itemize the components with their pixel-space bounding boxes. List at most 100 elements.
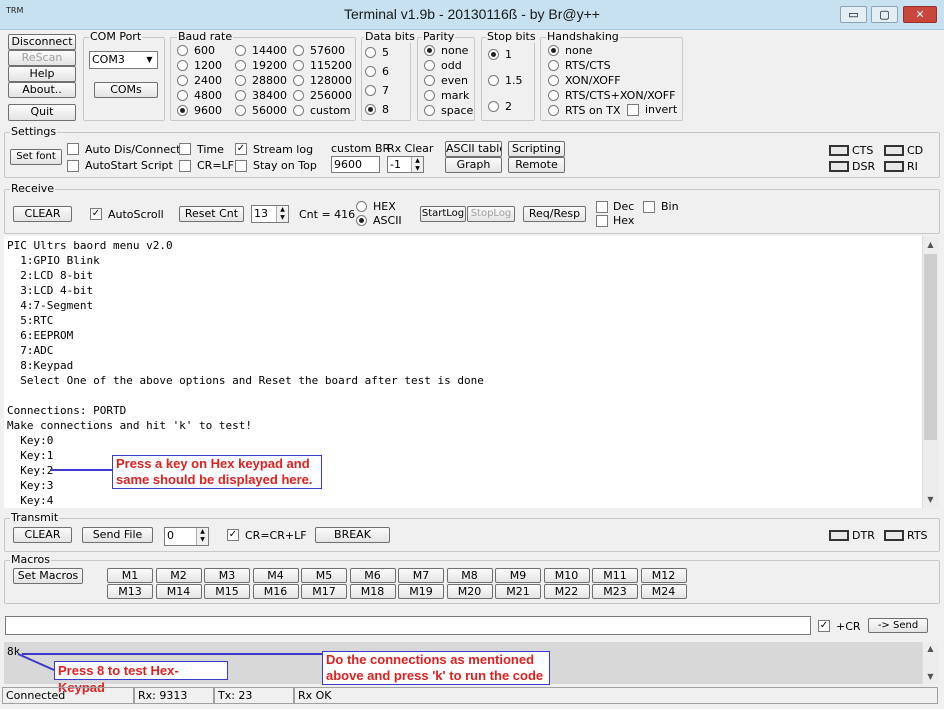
rescan-button[interactable]: ReScan [8,50,76,66]
macro-button-m6[interactable]: M6 [349,568,396,583]
handshaking-radio[interactable] [548,105,559,116]
baud-rate-radio[interactable] [235,45,246,56]
hex-radio[interactable] [356,201,367,212]
macro-button-m7[interactable]: M7 [398,568,444,583]
rts-indicator[interactable] [884,530,904,541]
baud-rate-radio[interactable] [235,75,246,86]
data-bits-radio[interactable] [365,104,376,115]
macro-button-m3[interactable]: M3 [204,568,250,583]
baud-rate-radio[interactable] [177,105,188,116]
data-bits-radio[interactable] [365,85,376,96]
baud-rate-radio[interactable] [293,90,304,101]
bin-checkbox[interactable] [643,201,655,213]
ascii-table-button[interactable]: ASCII table [445,141,502,157]
autostart-script-checkbox[interactable] [67,160,79,172]
macro-button-m19[interactable]: M19 [398,584,444,599]
macro-button-m16[interactable]: M16 [252,584,299,599]
macro-button-m23[interactable]: M23 [592,584,638,599]
time-checkbox[interactable] [179,143,191,155]
disconnect-button[interactable]: Disconnect [8,34,76,50]
macro-button-m18[interactable]: M18 [349,584,396,599]
baud-rate-radio[interactable] [293,105,304,116]
macro-button-m22[interactable]: M22 [543,584,590,599]
scroll-up-icon[interactable]: ▲ [922,236,939,253]
cr-crlf-checkbox[interactable]: ✓ [227,529,239,541]
baud-rate-radio[interactable] [293,45,304,56]
stop-bits-radio[interactable] [488,101,499,112]
macro-button-m4[interactable]: M4 [252,568,299,583]
baud-rate-radio[interactable] [293,60,304,71]
cr-lf-checkbox[interactable] [179,160,191,172]
help-button[interactable]: Help [8,66,76,82]
stop-bits-radio[interactable] [488,75,499,86]
send-button[interactable]: -> Send [868,618,928,633]
baud-rate-radio[interactable] [235,90,246,101]
stoplog-button[interactable]: StopLog [467,206,515,222]
macro-button-m2[interactable]: M2 [155,568,202,583]
macro-button-m21[interactable]: M21 [495,584,541,599]
receive-clear-button[interactable]: CLEAR [13,206,72,222]
parity-radio[interactable] [424,60,435,71]
coms-button[interactable]: COMs [94,82,158,98]
macro-button-m24[interactable]: M24 [640,584,687,599]
dec-checkbox[interactable] [596,201,608,213]
baud-rate-radio[interactable] [177,90,188,101]
macro-button-m13[interactable]: M13 [107,584,153,599]
baud-rate-radio[interactable] [177,45,188,56]
stream-log-checkbox[interactable]: ✓ [235,143,247,155]
dtr-indicator[interactable] [829,530,849,541]
baud-rate-radio[interactable] [235,60,246,71]
data-bits-radio[interactable] [365,47,376,58]
req-resp-button[interactable]: Req/Resp [523,206,586,222]
scroll-down-icon[interactable]: ▼ [922,491,939,508]
parity-radio[interactable] [424,90,435,101]
macro-button-m17[interactable]: M17 [301,584,347,599]
minimize-button[interactable]: ▭ [840,6,867,23]
set-font-button[interactable]: Set font [10,149,62,165]
quit-button[interactable]: Quit [8,104,76,121]
baud-rate-radio[interactable] [177,75,188,86]
auto-dis-connect-checkbox[interactable] [67,143,79,155]
macro-button-m12[interactable]: M12 [640,568,687,583]
ascii-radio[interactable] [356,215,367,226]
macro-button-m10[interactable]: M10 [543,568,590,583]
handshaking-radio[interactable] [548,90,559,101]
custom-br-input[interactable]: 9600 [331,156,380,173]
maximize-button[interactable]: ▢ [871,6,898,23]
autoscroll-checkbox[interactable]: ✓ [90,208,102,220]
hex-checkbox[interactable] [596,215,608,227]
invert-checkbox[interactable] [627,104,639,116]
transmit-spinner[interactable]: ▲ ▼ [196,528,208,545]
handshaking-radio[interactable] [548,45,559,56]
reset-cnt-button[interactable]: Reset Cnt [179,206,244,222]
cnt-spinner[interactable]: ▲ ▼ [276,206,288,222]
stop-bits-radio[interactable] [488,49,499,60]
about-button[interactable]: About.. [8,82,76,98]
handshaking-radio[interactable] [548,60,559,71]
transmit-clear-button[interactable]: CLEAR [13,527,72,543]
plus-cr-checkbox[interactable]: ✓ [818,620,830,632]
chevron-down-icon[interactable]: ▼ [142,52,157,68]
break-button[interactable]: BREAK [315,527,390,543]
macro-button-m20[interactable]: M20 [446,584,493,599]
startlog-button[interactable]: StartLog [420,206,466,222]
data-bits-radio[interactable] [365,66,376,77]
macro-button-m8[interactable]: M8 [446,568,493,583]
macro-button-m5[interactable]: M5 [301,568,347,583]
rx-clear-spinner[interactable]: ▲ ▼ [411,157,423,172]
macro-button-m14[interactable]: M14 [155,584,202,599]
scripting-button[interactable]: Scripting [508,141,565,157]
handshaking-radio[interactable] [548,75,559,86]
scroll-thumb[interactable] [924,254,937,440]
remote-button[interactable]: Remote [508,157,565,173]
baud-rate-radio[interactable] [177,60,188,71]
baud-rate-radio[interactable] [293,75,304,86]
stay-on-top-checkbox[interactable] [235,160,247,172]
macro-button-m1[interactable]: M1 [107,568,153,583]
macro-button-m11[interactable]: M11 [592,568,638,583]
macro-button-m9[interactable]: M9 [495,568,541,583]
macro-button-m15[interactable]: M15 [204,584,250,599]
send-file-button[interactable]: Send File [82,527,153,543]
set-macros-button[interactable]: Set Macros [13,568,83,584]
parity-radio[interactable] [424,75,435,86]
